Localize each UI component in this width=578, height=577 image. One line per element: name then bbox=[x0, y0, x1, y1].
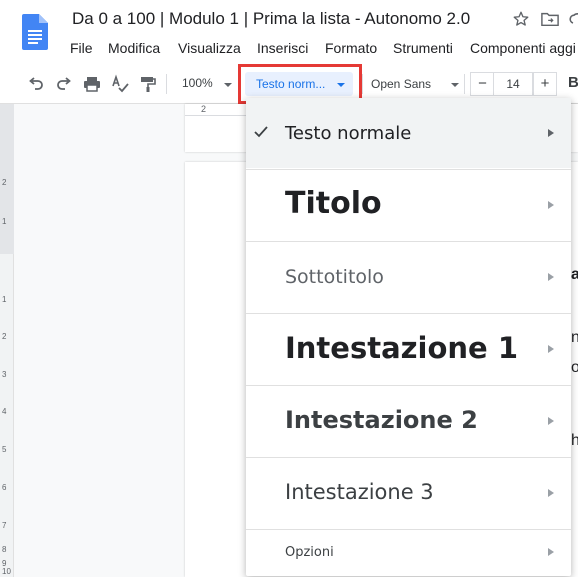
title-bar: Da 0 a 100 | Modulo 1 | Prima la lista -… bbox=[0, 0, 578, 64]
menu-item-label: Sottotitolo bbox=[285, 266, 384, 288]
toolbar-divider bbox=[464, 74, 465, 94]
zoom-caret-icon[interactable] bbox=[224, 83, 232, 87]
menu-item-label: Intestazione 3 bbox=[285, 480, 434, 504]
ruler-number: 1 bbox=[2, 295, 7, 304]
page-text-fragment: a bbox=[571, 266, 578, 283]
font-size-input[interactable]: 14 bbox=[493, 72, 533, 96]
font-family-caret-icon[interactable] bbox=[451, 83, 459, 87]
decrease-font-size-button[interactable]: − bbox=[470, 72, 494, 96]
submenu-arrow-icon[interactable] bbox=[548, 417, 554, 425]
font-family-select[interactable]: Open Sans bbox=[371, 77, 431, 91]
menu-item-label: Intestazione 2 bbox=[285, 406, 478, 434]
menu-item-opzioni[interactable]: Opzioni bbox=[246, 530, 571, 574]
toolbar-divider bbox=[166, 74, 167, 94]
menu-componenti-aggiuntivi[interactable]: Componenti aggi bbox=[470, 40, 576, 56]
menu-file[interactable]: File bbox=[70, 40, 93, 56]
document-title[interactable]: Da 0 a 100 | Modulo 1 | Prima la lista -… bbox=[72, 9, 470, 29]
submenu-arrow-icon[interactable] bbox=[548, 201, 554, 209]
ruler-number: 5 bbox=[2, 445, 7, 454]
submenu-arrow-icon[interactable] bbox=[548, 273, 554, 281]
zoom-select[interactable]: 100% bbox=[182, 76, 213, 90]
menu-item-label: Titolo bbox=[285, 186, 382, 221]
menu-item-label: Testo normale bbox=[285, 123, 412, 144]
menu-item-intestazione-3[interactable]: Intestazione 3 bbox=[246, 458, 571, 528]
ruler-number: 2 bbox=[2, 178, 7, 187]
menu-item-label: Opzioni bbox=[285, 545, 334, 560]
submenu-arrow-icon[interactable] bbox=[548, 489, 554, 497]
increase-font-size-button[interactable]: + bbox=[533, 72, 557, 96]
google-docs-icon[interactable] bbox=[22, 14, 48, 50]
ruler-number: 2 bbox=[2, 332, 7, 341]
bold-button[interactable]: B bbox=[568, 74, 578, 91]
horizontal-ruler: 2 bbox=[185, 104, 255, 116]
menu-item-sottotitolo[interactable]: Sottotitolo bbox=[246, 242, 571, 312]
menu-strumenti[interactable]: Strumenti bbox=[393, 40, 453, 56]
checkmark-icon bbox=[254, 126, 268, 138]
menu-visualizza[interactable]: Visualizza bbox=[178, 40, 241, 56]
toolbar-divider bbox=[362, 74, 363, 94]
vertical-ruler: 2 1 1 2 3 4 5 6 7 8 9 10 bbox=[0, 104, 14, 577]
undo-icon[interactable] bbox=[26, 74, 46, 94]
ruler-number: 2 bbox=[201, 104, 207, 114]
move-to-folder-icon[interactable] bbox=[541, 11, 559, 27]
submenu-arrow-icon[interactable] bbox=[548, 345, 554, 353]
ruler-number: 10 bbox=[2, 567, 11, 576]
font-size-value: 14 bbox=[506, 77, 520, 91]
menu-item-intestazione-2[interactable]: Intestazione 2 bbox=[246, 386, 571, 456]
menu-item-testo-normale[interactable]: Testo normale bbox=[246, 98, 571, 168]
ruler-number: 6 bbox=[2, 483, 7, 492]
submenu-arrow-icon[interactable] bbox=[548, 548, 554, 556]
ruler-number: 7 bbox=[2, 521, 7, 530]
ruler-number: 8 bbox=[2, 545, 7, 554]
paint-format-icon[interactable] bbox=[138, 74, 158, 94]
redo-icon[interactable] bbox=[54, 74, 74, 94]
ruler-number: 1 bbox=[2, 217, 7, 226]
ruler-number: 4 bbox=[2, 407, 7, 416]
submenu-arrow-icon[interactable] bbox=[548, 129, 554, 137]
menu-item-intestazione-1[interactable]: Intestazione 1 bbox=[246, 314, 571, 384]
page-text-fragment: o bbox=[571, 359, 578, 376]
menu-formato[interactable]: Formato bbox=[325, 40, 377, 56]
menu-item-titolo[interactable]: Titolo bbox=[246, 170, 571, 240]
menu-item-label: Intestazione 1 bbox=[285, 331, 518, 365]
menu-inserisci[interactable]: Inserisci bbox=[257, 40, 308, 56]
print-icon[interactable] bbox=[82, 74, 102, 94]
page-text-fragment: h bbox=[571, 432, 578, 449]
paragraph-style-menu: Testo normale Titolo Sottotitolo Intesta… bbox=[246, 98, 571, 576]
ruler-number: 3 bbox=[2, 370, 7, 379]
star-icon[interactable] bbox=[512, 10, 530, 28]
spellcheck-icon[interactable] bbox=[110, 74, 130, 94]
menu-modifica[interactable]: Modifica bbox=[108, 40, 160, 56]
page-text-fragment: n bbox=[571, 329, 578, 346]
docs-window: Da 0 a 100 | Modulo 1 | Prima la lista -… bbox=[0, 0, 578, 577]
cloud-status-icon[interactable] bbox=[569, 11, 578, 27]
